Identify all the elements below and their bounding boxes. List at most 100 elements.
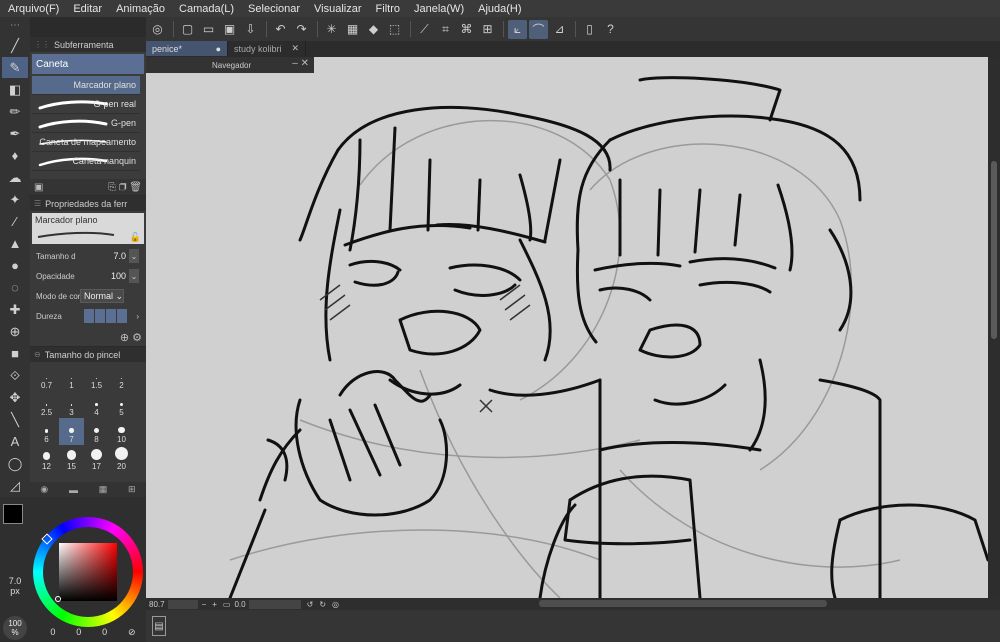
brush-size-option[interactable]: 10 bbox=[109, 418, 134, 445]
tool-eraser-icon[interactable]: ◧ bbox=[2, 79, 28, 100]
brush-size-option[interactable]: 2 bbox=[109, 364, 134, 391]
new-file-icon[interactable]: ▢ bbox=[178, 20, 197, 39]
brush-size-option[interactable]: 0.7 bbox=[34, 364, 59, 391]
angle-value[interactable]: 0.0 bbox=[234, 600, 245, 609]
color-picker-marker[interactable] bbox=[55, 596, 61, 602]
brush-size-option[interactable]: 20 bbox=[109, 445, 134, 472]
close-icon[interactable]: ✕ bbox=[292, 43, 300, 54]
menu-help[interactable]: Ajuda(H) bbox=[478, 3, 521, 15]
tool-pencil-icon[interactable]: ✏ bbox=[2, 101, 28, 122]
open-folder-icon[interactable]: ▭ bbox=[199, 20, 218, 39]
menu-file[interactable]: Arquivo(F) bbox=[8, 3, 59, 15]
chevron-right-icon[interactable]: › bbox=[136, 312, 139, 321]
eyedropper-icon[interactable]: ⊘ bbox=[128, 627, 136, 638]
menu-edit[interactable]: Editar bbox=[73, 3, 102, 15]
lock-icon[interactable]: 🔓 bbox=[130, 232, 141, 243]
brush-size-option[interactable]: 15 bbox=[59, 445, 84, 472]
ruler-snap-icon[interactable]: ⊿ bbox=[550, 20, 569, 39]
rotate-left-icon[interactable]: ↺ bbox=[307, 600, 314, 609]
brush-size-option[interactable]: 12 bbox=[34, 445, 59, 472]
menu-select[interactable]: Selecionar bbox=[248, 3, 300, 15]
tool-sparkle-icon[interactable]: ✚ bbox=[2, 299, 28, 320]
brush-item[interactable]: Marcador plano bbox=[32, 76, 140, 95]
tool-eyedropper-icon[interactable]: ⁄ bbox=[2, 211, 28, 232]
stabilizer-icon[interactable]: ⟀ bbox=[508, 19, 527, 39]
brush-item[interactable]: Caneta nanquin bbox=[32, 152, 140, 171]
subtool-settings-icon[interactable]: ▣ bbox=[34, 182, 43, 193]
redo-icon[interactable]: ↷ bbox=[292, 20, 311, 39]
save-icon[interactable]: ▣ bbox=[220, 20, 239, 39]
tool-auto-select-icon[interactable]: ✦ bbox=[2, 189, 28, 210]
zoom-out-icon[interactable]: − bbox=[202, 600, 207, 609]
rotate-right-icon[interactable]: ↻ bbox=[319, 600, 326, 609]
list-view-icon[interactable]: ▬ bbox=[69, 485, 78, 495]
brush-size-option[interactable]: 7 bbox=[59, 418, 84, 445]
menu-filter[interactable]: Filtro bbox=[376, 3, 400, 15]
close-icon[interactable]: ✕ bbox=[301, 58, 309, 69]
loading-icon[interactable]: ✳ bbox=[322, 20, 341, 39]
companion-icon[interactable]: ▯ bbox=[580, 20, 599, 39]
tool-correct-line-icon[interactable]: ◿ bbox=[2, 475, 28, 496]
grid-icon[interactable]: ⊞ bbox=[478, 20, 497, 39]
tool-balloon-icon[interactable]: ◯ bbox=[2, 453, 28, 474]
tool-airbrush-icon[interactable]: ♦ bbox=[2, 145, 28, 166]
tool-text-icon[interactable]: A bbox=[2, 431, 28, 452]
fill-icon[interactable]: ◆ bbox=[364, 20, 383, 39]
help-icon[interactable]: ? bbox=[601, 20, 620, 39]
crop-icon[interactable]: ⌗ bbox=[436, 20, 455, 39]
opacity-dropdown[interactable]: ⌄ bbox=[129, 269, 139, 283]
invert-selection-icon[interactable]: ⌘ bbox=[457, 20, 476, 39]
rotation-slider[interactable] bbox=[248, 599, 301, 609]
grid-view-icon[interactable]: ▦ bbox=[99, 484, 108, 495]
undo-icon[interactable]: ↶ bbox=[271, 20, 290, 39]
menu-layer[interactable]: Camada(L) bbox=[179, 3, 234, 15]
tab-penice[interactable]: penice* ● bbox=[146, 41, 228, 56]
menu-window[interactable]: Janela(W) bbox=[414, 3, 464, 15]
show-all-settings-icon[interactable]: ⊕ bbox=[120, 332, 129, 344]
brush-item[interactable]: Caneta de mapeamento bbox=[32, 133, 140, 152]
tool-pen-icon[interactable]: ✎ bbox=[2, 57, 28, 78]
brush-size-option[interactable]: 4 bbox=[84, 391, 109, 418]
zoom-slider[interactable] bbox=[167, 599, 198, 609]
duplicate-subtool-icon[interactable]: ❐ bbox=[119, 182, 127, 193]
brush-item[interactable]: G-pen real bbox=[32, 95, 140, 114]
deselect-icon[interactable]: ⟋ bbox=[415, 20, 434, 39]
blend-mode-select[interactable]: Normal ⌄ bbox=[80, 289, 124, 303]
brush-size-dropdown[interactable]: ⌄ bbox=[129, 249, 139, 263]
menu-view[interactable]: Visualizar bbox=[314, 3, 362, 15]
tool-line-icon[interactable]: ╱ bbox=[2, 35, 28, 56]
tool-blend-icon[interactable]: ☁ bbox=[2, 167, 28, 188]
vertical-scrollbar[interactable] bbox=[988, 57, 1000, 598]
tab-study-kolibri[interactable]: study kolibri ✕ bbox=[228, 41, 307, 56]
zoom-value[interactable]: 80.7 bbox=[149, 600, 165, 609]
app-icon[interactable]: ◎ bbox=[148, 20, 167, 39]
zoom-display[interactable]: 100 % bbox=[3, 616, 27, 640]
brush-size-option[interactable]: 1 bbox=[59, 364, 84, 391]
copy-subtool-icon[interactable]: ⎘ bbox=[108, 182, 116, 193]
delete-subtool-icon[interactable]: 🗑 bbox=[129, 182, 142, 193]
drawing-canvas[interactable] bbox=[146, 57, 988, 598]
tool-selection-icon[interactable]: ◌ bbox=[2, 277, 28, 298]
tool-ruler-icon[interactable]: ╲ bbox=[2, 409, 28, 430]
scroll-thumb[interactable] bbox=[991, 161, 997, 339]
pen-pressure-icon[interactable]: ⌒ bbox=[529, 19, 548, 39]
add-size-icon[interactable]: ⊞ bbox=[128, 484, 136, 495]
brush-size-option[interactable]: 17 bbox=[84, 445, 109, 472]
fit-icon[interactable]: ▭ bbox=[223, 600, 231, 609]
tool-decoration-icon[interactable]: ▲ bbox=[2, 233, 28, 254]
brush-size-option[interactable]: 8 bbox=[84, 418, 109, 445]
transform-icon[interactable]: ⬚ bbox=[385, 20, 404, 39]
view-mode-icon[interactable]: ◉ bbox=[40, 484, 48, 495]
brush-size-option[interactable]: 1.5 bbox=[84, 364, 109, 391]
brush-size-option[interactable]: 5 bbox=[109, 391, 134, 418]
tool-brush-icon[interactable]: ✒ bbox=[2, 123, 28, 144]
minimize-icon[interactable]: – bbox=[292, 58, 298, 69]
brush-item[interactable]: G-pen bbox=[32, 114, 140, 133]
brush-size-option[interactable]: 2.5 bbox=[34, 391, 59, 418]
tool-move-icon[interactable]: ✥ bbox=[2, 387, 28, 408]
clear-icon[interactable]: ▦ bbox=[343, 20, 362, 39]
hardness-selector[interactable] bbox=[84, 309, 128, 323]
reset-rotation-icon[interactable]: ◎ bbox=[332, 600, 339, 609]
timeline-icon[interactable]: ▤ bbox=[152, 616, 166, 636]
brush-size-option[interactable]: 3 bbox=[59, 391, 84, 418]
